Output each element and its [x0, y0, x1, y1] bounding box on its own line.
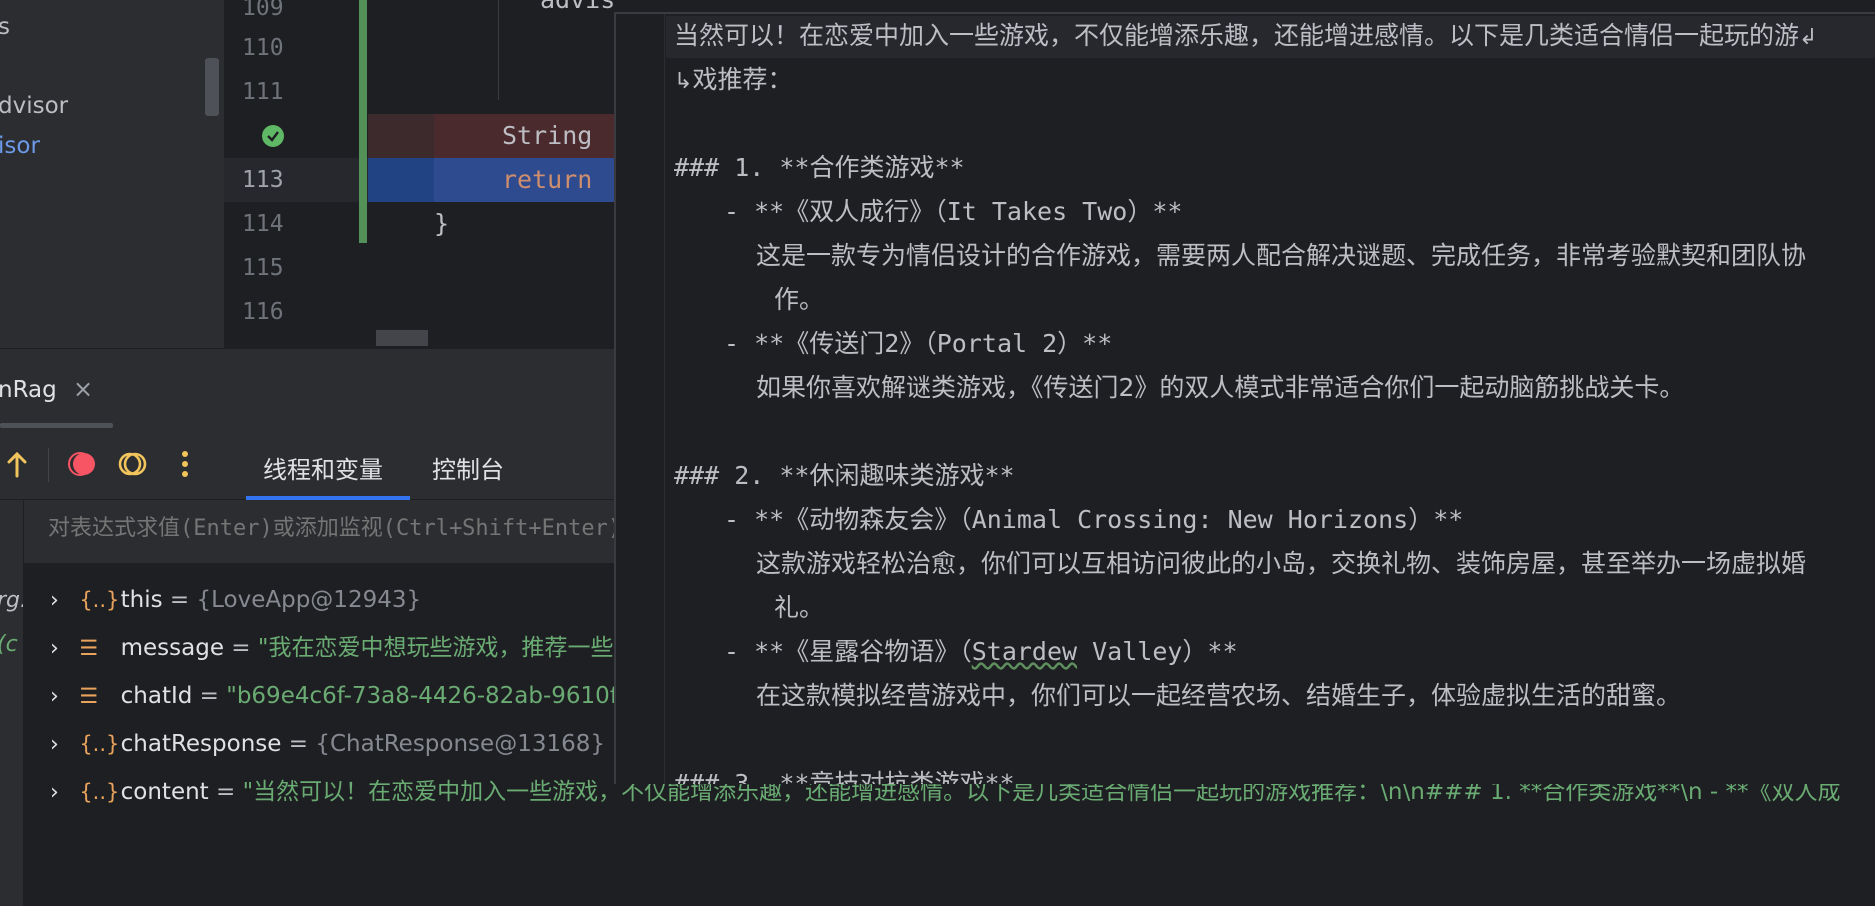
- evaluate-expression-input[interactable]: [48, 516, 648, 541]
- popup-line: 礼。: [774, 593, 825, 622]
- popup-line: - **《动物森友会》（Animal Crossing: New Horizon…: [724, 505, 1464, 534]
- view-breakpoints-icon[interactable]: [68, 448, 98, 480]
- chevron-right-icon[interactable]: ›: [50, 627, 72, 671]
- object-icon: {..}: [79, 780, 120, 804]
- project-tree: s dvisor isor: [0, 0, 224, 348]
- tab-underline: [0, 423, 113, 428]
- check-icon: [262, 125, 284, 147]
- field-icon: ☰: [79, 636, 99, 660]
- variable-row[interactable]: › {..} this = {LoveApp@12943}: [50, 578, 421, 622]
- debug-tool-window-header: nRag ×: [0, 348, 614, 430]
- tree-item[interactable]: s: [0, 14, 10, 40]
- evaluate-expression-bar: [24, 500, 648, 564]
- tree-item[interactable]: dvisor: [0, 93, 68, 119]
- chevron-right-icon[interactable]: ›: [50, 675, 72, 719]
- popup-line: 如果你喜欢解谜类游戏，《传送门2》的双人模式非常适合你们一起动脑筋挑战关卡。: [756, 373, 1685, 402]
- chevron-right-icon[interactable]: ›: [50, 723, 72, 767]
- mute-breakpoints-icon[interactable]: [118, 448, 148, 480]
- popup-line: - **《双人成行》（It Takes Two）**: [724, 197, 1183, 226]
- tree-item-label: dvisor: [0, 93, 69, 119]
- frame-item[interactable]: (c: [0, 632, 18, 657]
- spelling-squiggle: Stardew: [971, 637, 1078, 666]
- variable-row[interactable]: › ☰ message = "我在恋爱中想玩些游戏，推荐一些: [50, 626, 614, 670]
- editor-gutter: 109 110 111 113 114 115 116: [224, 0, 368, 348]
- popup-line: - **《星露谷物语》（Stardew Valley）**: [724, 637, 1238, 666]
- soft-wrap-icon: ↲: [1799, 25, 1818, 50]
- more-options-icon[interactable]: [170, 448, 200, 480]
- popup-line: ↳戏推荐：: [674, 65, 793, 94]
- object-icon: {..}: [79, 732, 120, 756]
- tree-scrollbar[interactable]: [205, 58, 219, 116]
- code-editor[interactable]: advisors(new QuestionAnswerAdvisor(loveA…: [368, 0, 614, 348]
- line-number-current: 113: [224, 158, 368, 202]
- popup-heading: ### 1. **合作类游戏**: [674, 153, 965, 182]
- popup-line: 这款游戏轻松治愈，你们可以互相访问彼此的小岛，交换礼物、装饰房屋，甚至举办一场虚…: [756, 549, 1807, 578]
- chevron-right-icon[interactable]: ›: [50, 771, 72, 815]
- object-icon: {..}: [79, 588, 120, 612]
- code-line-112: String: [368, 114, 614, 158]
- field-icon: ☰: [79, 684, 99, 708]
- tree-item-label: isor: [0, 133, 40, 159]
- popup-line: 作。: [774, 285, 825, 314]
- popup-line: - **《传送门2》（Portal 2）**: [724, 329, 1113, 358]
- popup-line: 这是一款专为情侣设计的合作游戏，需要两人配合解决谜题、完成任务，非常考验默契和团…: [756, 241, 1807, 270]
- tree-item-label: s: [0, 14, 10, 40]
- editor-horizontal-scrollbar[interactable]: [376, 330, 428, 346]
- frames-panel: rg. (c: [0, 500, 24, 906]
- chevron-right-icon[interactable]: ›: [50, 579, 72, 623]
- code-line-top: advisors(new QuestionAnswerAdvisor(loveA…: [540, 0, 614, 22]
- vcs-change-marker[interactable]: [359, 0, 367, 243]
- popup-line: 当然可以！在恋爱中加入一些游戏，不仅能增添乐趣，还能增进感情。以下是几类适合情侣…: [674, 21, 1818, 50]
- line-number: 111: [242, 79, 284, 105]
- code-line-114: }: [434, 209, 450, 238]
- variable-row[interactable]: › {..} chatResponse = {ChatResponse@1316…: [50, 722, 639, 766]
- line-number: 110: [242, 35, 284, 61]
- debug-session-tab[interactable]: nRag: [0, 377, 57, 403]
- line-number: 115: [242, 255, 284, 281]
- soft-wrap-icon: ↳: [674, 69, 693, 94]
- popup-heading: ### 2. **休闲趣味类游戏**: [674, 461, 1015, 490]
- line-number: 114: [242, 211, 284, 237]
- variable-row[interactable]: › ☰ chatId = "b69e4c6f-73a8-4426-82ab-96…: [50, 674, 618, 718]
- popup-gutter: [616, 14, 665, 784]
- step-out-icon[interactable]: [2, 448, 32, 480]
- line-number: 116: [242, 299, 284, 325]
- close-icon[interactable]: ×: [73, 375, 93, 403]
- gutter-line-112[interactable]: [224, 114, 368, 158]
- toolbar-divider: [48, 448, 49, 482]
- value-popup[interactable]: 当然可以！在恋爱中加入一些游戏，不仅能增添乐趣，还能增进感情。以下是几类适合情侣…: [614, 12, 1875, 784]
- tab-threads-variables[interactable]: 线程和变量: [263, 450, 383, 485]
- popup-line: 在这款模拟经营游戏中，你们可以一起经营农场、结婚生子，体验虚拟生活的甜蜜。: [756, 681, 1682, 710]
- code-line-113-execution: return: [368, 158, 614, 202]
- popup-heading: ### 3. **竞技对抗类游戏**: [674, 769, 1015, 784]
- tree-item[interactable]: isor: [0, 133, 40, 159]
- frame-item[interactable]: rg.: [0, 588, 23, 613]
- debug-toolbar: 线程和变量 控制台: [0, 430, 614, 500]
- tab-console[interactable]: 控制台: [432, 450, 504, 485]
